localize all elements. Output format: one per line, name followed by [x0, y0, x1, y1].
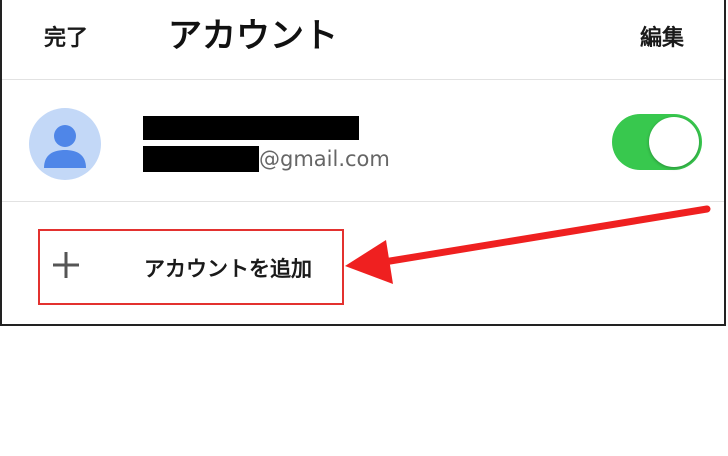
redacted-account-name — [143, 116, 359, 140]
person-icon — [44, 125, 86, 168]
account-email: @gmail.com — [143, 146, 390, 172]
avatar — [29, 108, 101, 180]
account-toggle[interactable] — [612, 114, 702, 170]
redacted-email-user — [143, 146, 259, 172]
toggle-knob — [649, 117, 699, 167]
add-account-label: アカウントを追加 — [144, 257, 312, 281]
account-row[interactable]: @gmail.com — [2, 80, 724, 202]
edit-button[interactable]: 編集 — [640, 20, 684, 52]
settings-screen: 完了 アカウント 編集 @gmail.com アカウントを追加 — [0, 0, 726, 326]
add-account-button[interactable]: アカウントを追加 — [38, 229, 344, 305]
navigation-bar: 完了 アカウント 編集 — [2, 0, 724, 80]
email-domain: @gmail.com — [259, 147, 390, 171]
page-title: アカウント — [168, 16, 338, 56]
plus-icon — [53, 252, 79, 278]
done-button[interactable]: 完了 — [44, 20, 88, 52]
